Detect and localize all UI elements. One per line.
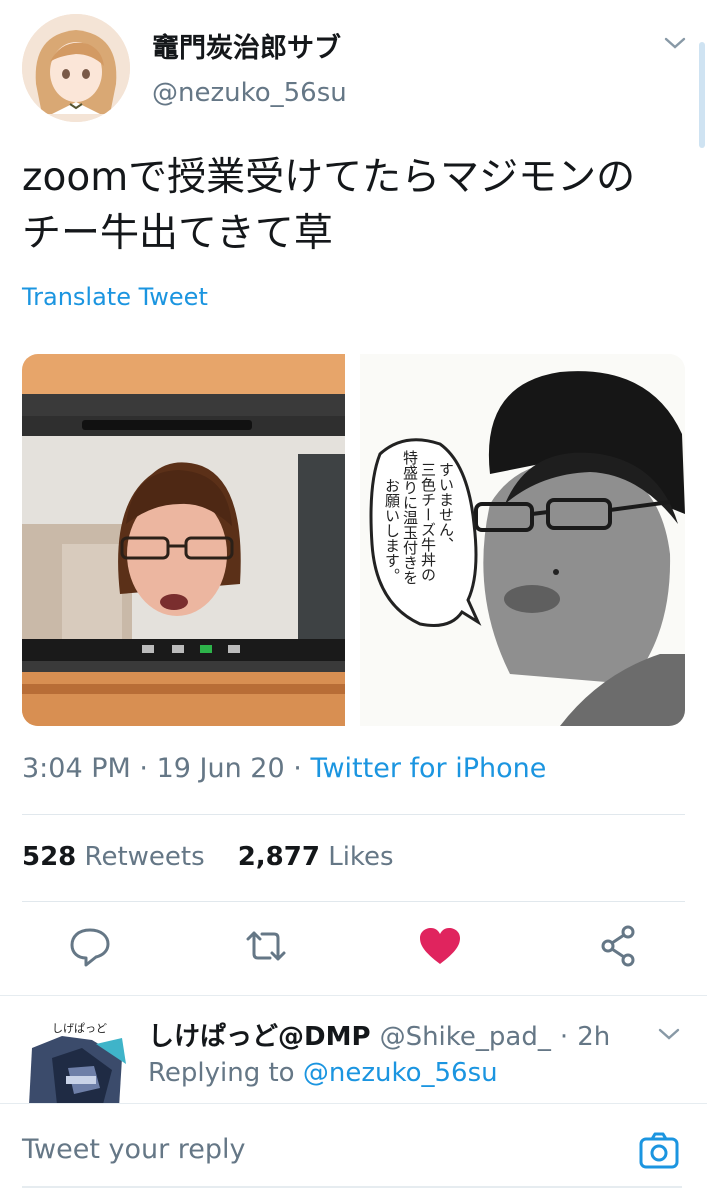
tweet-source-link[interactable]: Twitter for iPhone [310,753,546,784]
divider [22,814,685,815]
divider [22,1186,682,1188]
tweet-text-line: zoomで授業受けてたらマジモンの [22,155,636,200]
retweet-icon[interactable] [240,920,292,972]
replying-to-label: Replying to [148,1058,295,1088]
divider [0,1103,707,1104]
reply-header: しけぱっど@DMP @Shike_pad_ · 2h [148,1016,610,1053]
meta-separator: · [559,1022,569,1052]
media-photo-right[interactable]: すいません、 三色チーズ牛丼の 特盛りに温玉付きを お願いします。 [360,354,685,726]
heart-icon[interactable] [414,920,466,972]
speech-bubble-line: 特盛りに温玉付きを [401,450,419,585]
reply-input[interactable]: Tweet your reply [22,1134,246,1165]
divider [0,995,707,996]
tweet-meta: 3:04 PM · 19 Jun 20 · Twitter for iPhone [22,753,546,784]
meta-separator: · [139,753,148,784]
speech-bubble-line: すいません、 [437,462,455,552]
author-display-name[interactable]: 竈門炭治郎サブ [152,26,341,65]
likes-count: 2,877 [237,842,320,872]
chevron-down-icon[interactable] [660,28,690,58]
speech-bubble-line: お願いします。 [383,478,401,583]
translate-tweet-link[interactable]: Translate Tweet [22,283,208,311]
retweets-label: Retweets [84,842,205,872]
tweet-time: 3:04 PM [22,753,131,784]
reply-time: 2h [577,1022,611,1052]
author-handle[interactable]: @nezuko_56su [152,78,347,108]
likes-label: Likes [328,842,394,872]
replying-to: Replying to @nezuko_56su [148,1058,498,1088]
author-avatar[interactable] [22,14,130,122]
reply-icon[interactable] [64,920,116,972]
tweet-date: 19 Jun 20 [156,753,285,784]
retweets-count: 528 [22,842,77,872]
camera-icon[interactable] [638,1130,680,1172]
share-icon[interactable] [592,920,644,972]
media-photo-left[interactable] [22,354,345,726]
reply-avatar-text: しげぱっど [52,1022,107,1035]
chevron-down-icon[interactable] [655,1020,683,1048]
tweet-text-line: チー牛出てきて草 [22,211,333,256]
reply-display-name[interactable]: しけぱっど@DMP [148,1022,371,1052]
retweets-stat[interactable]: 528 Retweets [22,842,205,872]
meta-separator: · [293,753,302,784]
reply-handle[interactable]: @Shike_pad_ [380,1022,551,1052]
divider [22,901,685,902]
tweet-stats: 528 Retweets 2,877 Likes [22,842,394,872]
scrollbar[interactable] [699,42,705,148]
speech-bubble-line: 三色チーズ牛丼の [419,462,437,582]
likes-stat[interactable]: 2,877 Likes [238,842,394,872]
tweet-text: zoomで授業受けてたらマジモンの チー牛出てきて草 [22,150,692,262]
replying-to-mention[interactable]: @nezuko_56su [303,1058,498,1088]
